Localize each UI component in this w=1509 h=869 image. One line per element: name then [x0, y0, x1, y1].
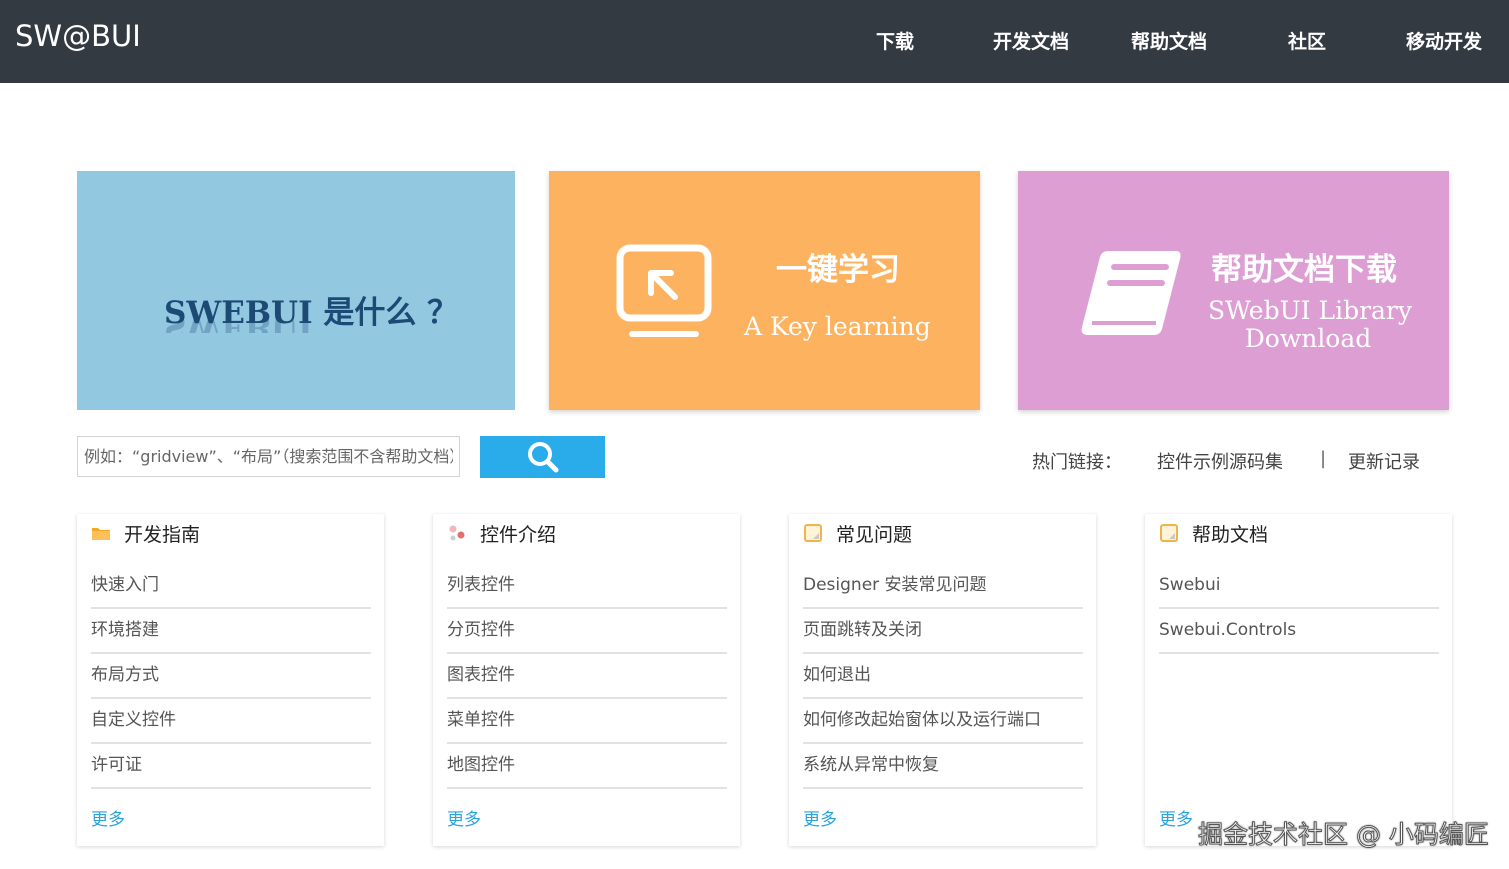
card-components: 控件介绍 列表控件 分页控件 图表控件 菜单控件 地图控件 更多: [433, 514, 740, 846]
hot-links-label: 热门链接：: [1032, 452, 1122, 473]
card-faq: 常见问题 Designer 安装常见问题 页面跳转及关闭 如何退出 如何修改起始…: [789, 514, 1096, 846]
nav-item-dev-docs[interactable]: 开发文档: [993, 27, 1069, 54]
list-item[interactable]: Swebui.Controls: [1159, 609, 1439, 654]
list-item[interactable]: 许可证: [91, 744, 371, 789]
banner-help-subtitle-2: Download: [1244, 324, 1372, 353]
document-icon: [1160, 524, 1178, 542]
book-icon: [1081, 251, 1181, 335]
list-item[interactable]: 分页控件: [447, 609, 727, 654]
banner-learn-title: 一键学习: [776, 252, 900, 288]
card-title: 控件介绍: [480, 523, 557, 546]
card-dev-guide: 开发指南 快速入门 环境搭建 布局方式 自定义控件 许可证 更多: [77, 514, 384, 846]
folder-icon: [92, 528, 110, 540]
list-item[interactable]: 如何修改起始窗体以及运行端口: [803, 699, 1083, 744]
more-link[interactable]: 更多: [447, 805, 481, 830]
screen-arrow-icon: [616, 244, 712, 337]
list-item[interactable]: 布局方式: [91, 654, 371, 699]
watermark: 掘金技术社区 @ 小码编匠: [1198, 820, 1490, 850]
banner-help-subtitle-1: SWebUI Library: [1208, 296, 1413, 325]
banner-help-title: 帮助文档下载: [1211, 252, 1397, 288]
list-item[interactable]: 页面跳转及关闭: [803, 609, 1083, 654]
banner-what-is-swebui[interactable]: SWEBUI 是什么 ？ SWEBUI: [77, 171, 515, 410]
components-icon: [449, 525, 465, 541]
hot-link-sample-code[interactable]: 控件示例源码集: [1157, 448, 1283, 474]
banner-key-learning[interactable]: 一键学习 A Key learning: [549, 171, 980, 410]
more-link[interactable]: 更多: [1159, 805, 1193, 830]
list-item[interactable]: 系统从异常中恢复: [803, 744, 1083, 789]
banner-learn-subtitle: A Key learning: [744, 312, 931, 341]
banner-help-download[interactable]: 帮助文档下载 SWebUI Library Download: [1018, 171, 1449, 410]
brand-logo[interactable]: SW@BUI: [15, 19, 141, 53]
list-item[interactable]: 菜单控件: [447, 699, 727, 744]
list-item[interactable]: 如何退出: [803, 654, 1083, 699]
nav-item-download[interactable]: 下载: [876, 27, 914, 54]
list-item[interactable]: Swebui: [1159, 564, 1439, 609]
nav-item-mobile-dev[interactable]: 移动开发: [1406, 27, 1482, 54]
card-title: 帮助文档: [1192, 523, 1269, 546]
list-item[interactable]: 列表控件: [447, 564, 727, 609]
list-item[interactable]: 快速入门: [91, 564, 371, 609]
card-help-docs: 帮助文档 Swebui Swebui.Controls 更多: [1145, 514, 1452, 846]
more-link[interactable]: 更多: [803, 805, 837, 830]
search-icon: [527, 442, 558, 473]
hot-link-changelog[interactable]: 更新记录: [1348, 448, 1420, 474]
search-button[interactable]: [480, 436, 605, 478]
more-link[interactable]: 更多: [91, 805, 125, 830]
nav-item-help-docs[interactable]: 帮助文档: [1131, 27, 1207, 54]
banner-what-reflection: SWEBUI: [164, 319, 313, 333]
search-input[interactable]: [77, 436, 460, 477]
card-title: 开发指南: [124, 523, 201, 546]
list-item[interactable]: Designer 安装常见问题: [803, 564, 1083, 609]
list-item[interactable]: 图表控件: [447, 654, 727, 699]
nav-item-community[interactable]: 社区: [1288, 27, 1326, 54]
document-icon: [804, 524, 822, 542]
top-navbar: SW@BUI 下载 开发文档 帮助文档 社区 移动开发: [0, 0, 1509, 83]
list-item[interactable]: 地图控件: [447, 744, 727, 789]
hot-link-separator: |: [1320, 448, 1327, 469]
card-title: 常见问题: [836, 523, 913, 546]
list-item[interactable]: 环境搭建: [91, 609, 371, 654]
list-item[interactable]: 自定义控件: [91, 699, 371, 744]
